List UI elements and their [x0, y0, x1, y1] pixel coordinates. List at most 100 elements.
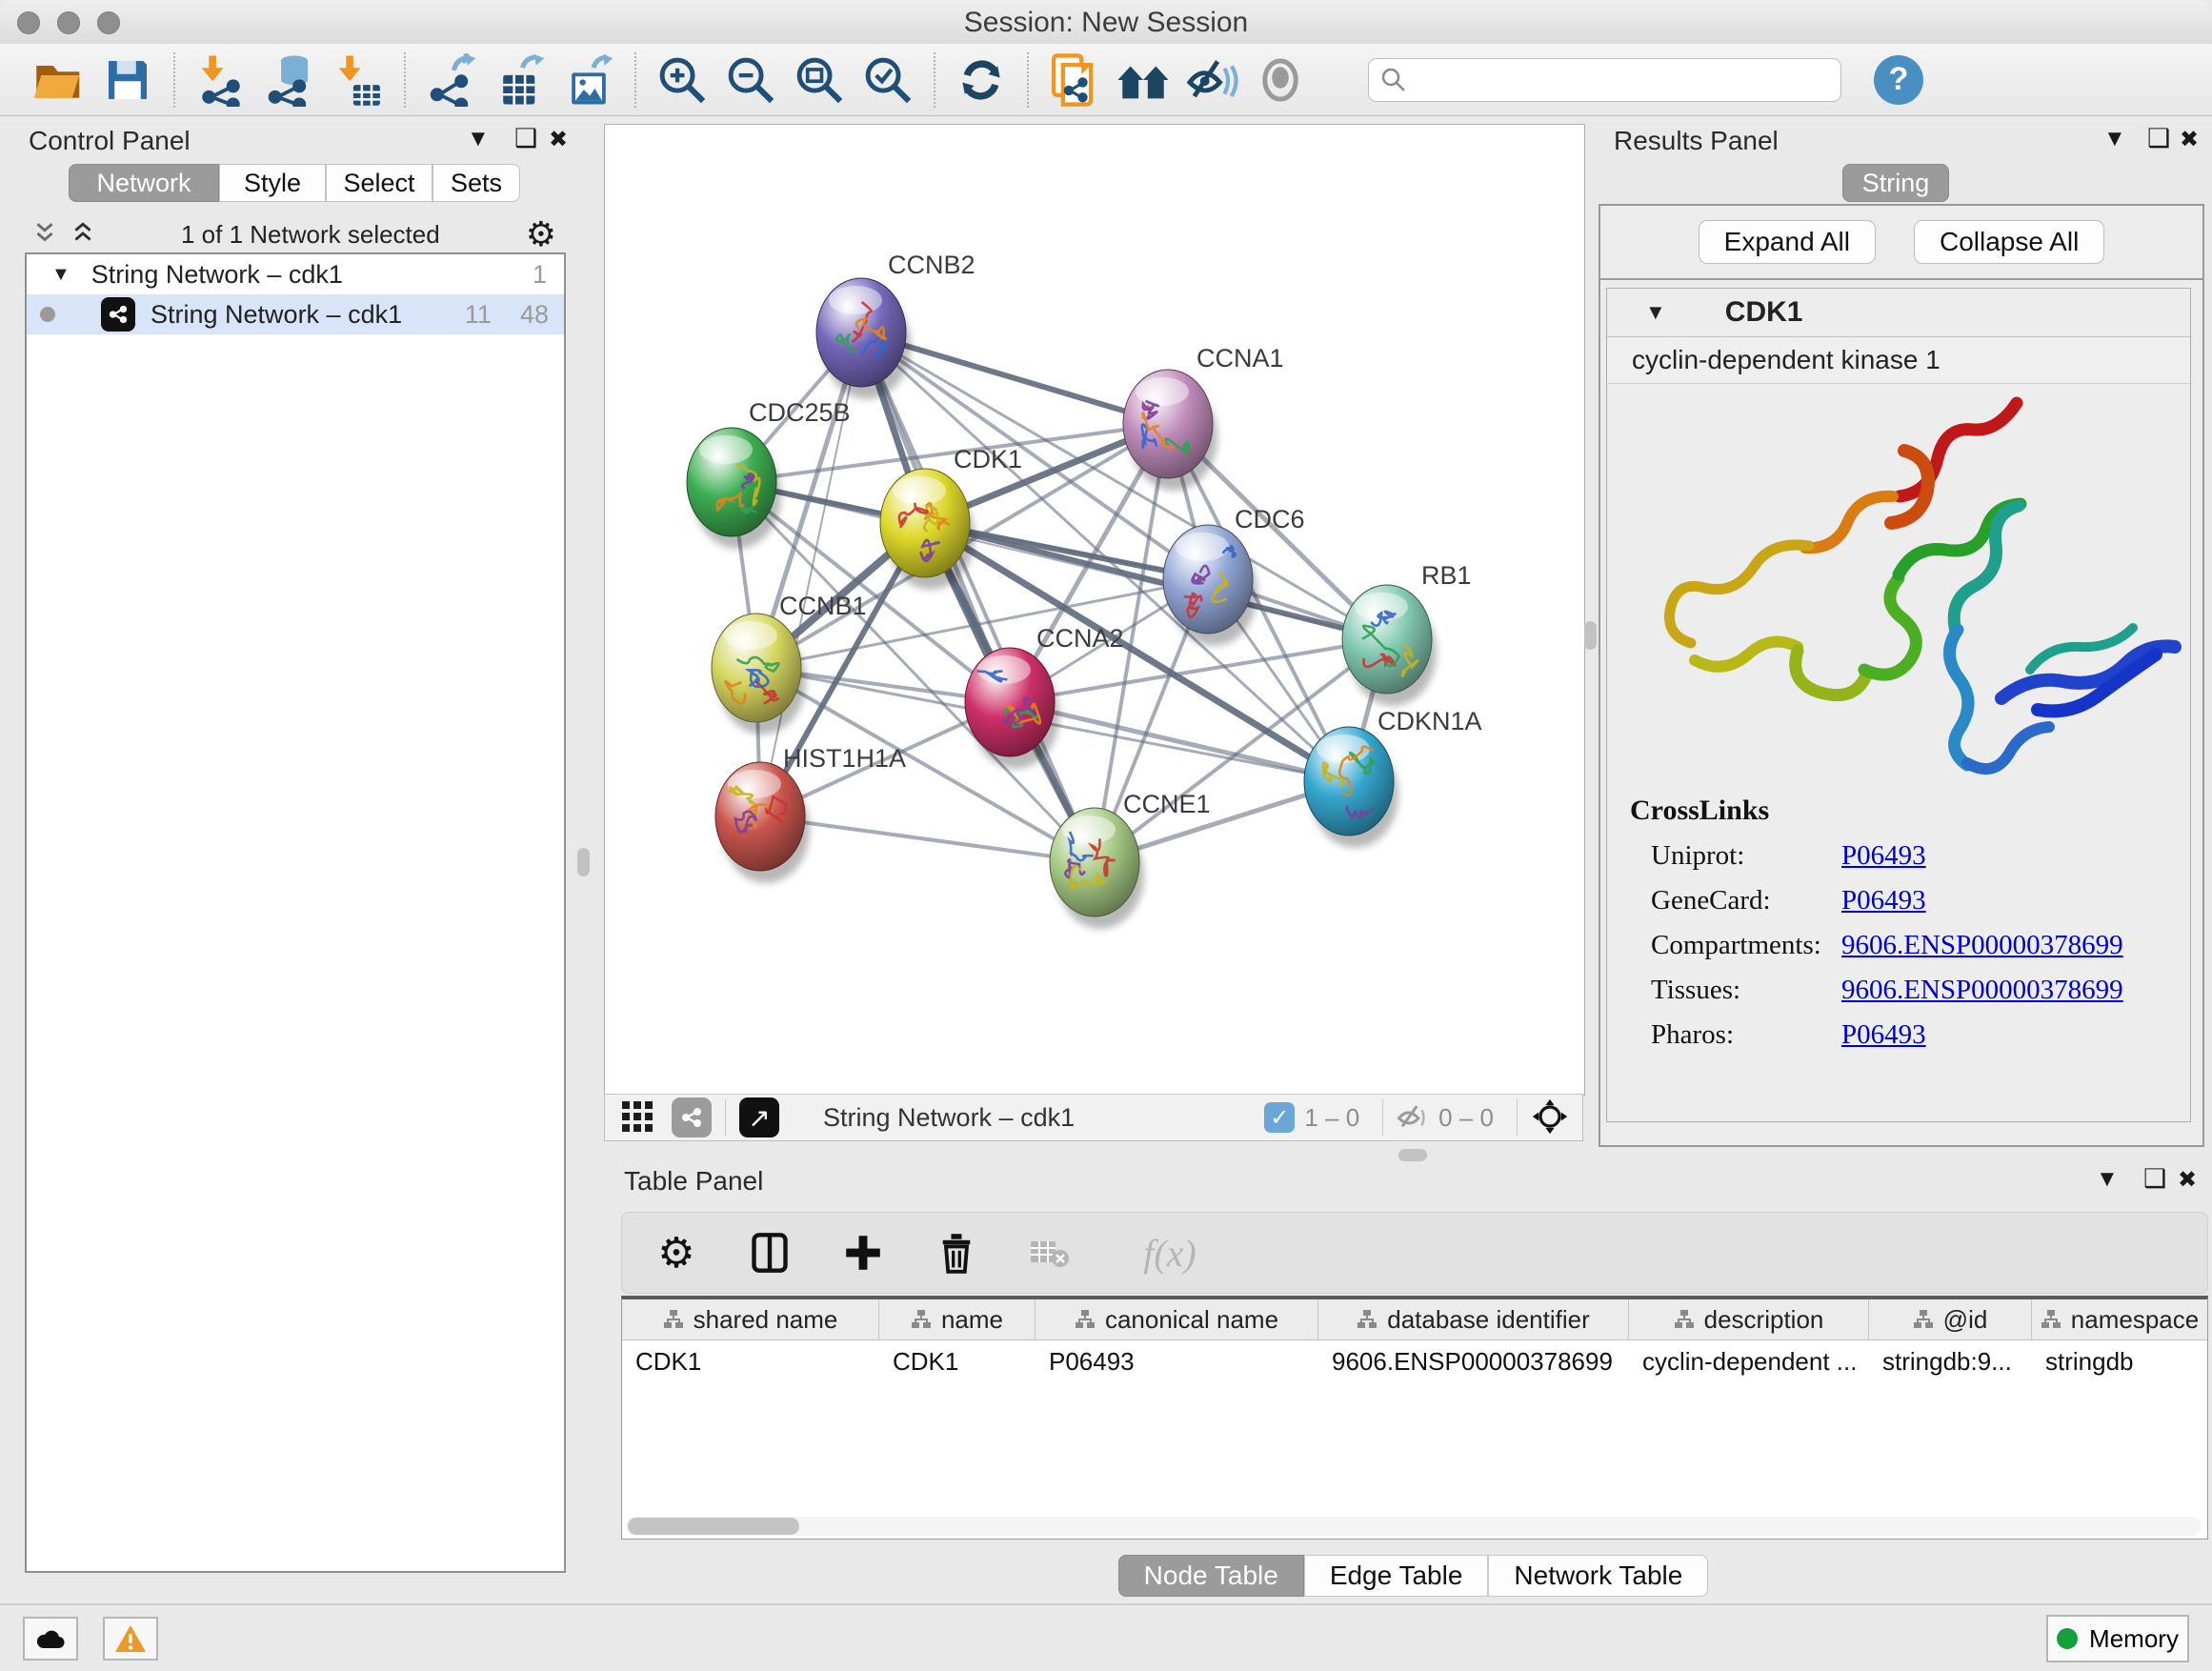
delete-table-button[interactable] [1024, 1227, 1076, 1278]
collapse-all-button[interactable]: Collapse All [1914, 220, 2104, 264]
vertical-splitter-handle[interactable] [577, 848, 590, 876]
horizontal-splitter-handle[interactable] [1398, 1149, 1427, 1161]
tab-sets[interactable]: Sets [432, 164, 520, 202]
zoom-fit-icon [794, 54, 845, 106]
crosslink-link[interactable]: 9606.ENSP00000378699 [1841, 975, 2123, 1006]
hide-graphics-button[interactable] [1177, 49, 1246, 111]
network-row[interactable]: String Network – cdk1 11 48 [27, 294, 564, 334]
footer-separator [1517, 1099, 1518, 1136]
column-header[interactable]: shared name [622, 1299, 879, 1339]
column-tree-icon [1913, 1309, 1934, 1330]
crosslink-link[interactable]: P06493 [1841, 885, 1926, 916]
zoom-selected-button[interactable] [854, 49, 922, 111]
main-toolbar: ? [0, 44, 2212, 116]
tab-style[interactable]: Style [219, 164, 326, 202]
node-RB1[interactable]: RB1 [1342, 561, 1472, 706]
tab-network-table[interactable]: Network Table [1488, 1555, 1708, 1597]
crosslink-link[interactable]: P06493 [1841, 1019, 1926, 1051]
show-home-panel-button[interactable] [1109, 49, 1177, 111]
panel-float-button[interactable]: ▼ [2096, 1166, 2119, 1193]
zoom-out-button[interactable] [716, 49, 785, 111]
node-HIST1H1A[interactable]: HIST1H1A [715, 744, 906, 883]
panel-float-button[interactable]: ▼ [467, 126, 490, 152]
toolbar-separator [934, 52, 935, 108]
show-columns-button[interactable] [744, 1227, 795, 1278]
import-table-from-file-button[interactable] [324, 49, 392, 111]
import-network-from-file-button[interactable] [187, 49, 255, 111]
grid-mode-button[interactable] [620, 1099, 654, 1137]
tab-node-table[interactable]: Node Table [1118, 1555, 1304, 1597]
results-panel-title: Results Panel [1614, 126, 1779, 156]
zoom-fit-button[interactable] [785, 49, 854, 111]
node-CDC6[interactable]: CDC6 [1163, 505, 1305, 646]
network-options-gear-button[interactable]: ⚙ [526, 214, 556, 254]
node-CCNA1[interactable]: CCNA1 [1123, 344, 1284, 491]
column-header[interactable]: database identifier [1318, 1299, 1629, 1339]
column-header[interactable]: canonical name [1036, 1299, 1318, 1339]
node-CCNB2[interactable]: CCNB2 [816, 251, 975, 399]
tab-edge-table[interactable]: Edge Table [1304, 1555, 1489, 1597]
export-network-button[interactable] [417, 49, 486, 111]
column-header[interactable]: description [1629, 1299, 1869, 1339]
cloud-status-button[interactable] [23, 1617, 78, 1661]
delete-column-button[interactable] [931, 1227, 982, 1278]
expand-all-networks-button[interactable] [70, 221, 95, 249]
grid-icon [620, 1099, 654, 1134]
string-results-box: Expand All Collapse All ▼ CDK1 cyclin-de… [1599, 204, 2204, 1147]
scrollbar-thumb[interactable] [628, 1518, 799, 1535]
collapse-all-networks-button[interactable] [32, 221, 57, 249]
show-graphics-button[interactable] [1246, 49, 1315, 111]
column-header[interactable]: @id [1869, 1299, 2032, 1339]
edge-CCNA2-CDKN1A[interactable] [1010, 702, 1349, 781]
create-column-button[interactable] [837, 1227, 889, 1278]
horizontal-scrollbar[interactable] [626, 1517, 2202, 1536]
warnings-button[interactable] [103, 1617, 158, 1661]
status-bar: Memory [0, 1603, 2212, 1671]
edge-HIST1H1A-CCNE1[interactable] [760, 816, 1095, 862]
function-builder-button[interactable]: f(x) [1117, 1227, 1222, 1278]
clone-network-button[interactable] [1040, 49, 1109, 111]
hidden-eye-slash-icon [1397, 1103, 1429, 1132]
table-row[interactable]: CDK1 CDK1 P06493 9606.ENSP00000378699 cy… [622, 1340, 2207, 1382]
edge-CCNB2-CCNE1[interactable] [861, 332, 1095, 862]
expand-all-button[interactable]: Expand All [1699, 220, 1876, 264]
save-session-button[interactable] [93, 49, 162, 111]
panel-close-button[interactable]: ✖ [2180, 126, 2199, 153]
node-CDKN1A[interactable]: CDKN1A [1304, 707, 1482, 848]
crosslink-link[interactable]: P06493 [1841, 840, 1926, 872]
panel-close-button[interactable]: ✖ [549, 126, 568, 153]
import-database-icon [263, 53, 316, 107]
birds-eye-view-button[interactable]: ↗ [739, 1097, 779, 1137]
panel-close-button[interactable]: ✖ [2178, 1166, 2197, 1194]
section-collapse-icon[interactable]: ▼ [1645, 300, 1666, 325]
panel-maximize-button[interactable]: ❑ [2147, 124, 2170, 153]
network-share-view-button[interactable] [672, 1097, 712, 1137]
column-header[interactable]: name [879, 1299, 1036, 1339]
tab-network[interactable]: Network [69, 164, 219, 202]
search-input[interactable] [1407, 64, 1811, 95]
collection-expand-icon[interactable]: ▼ [51, 264, 70, 286]
import-network-from-database-button[interactable] [255, 49, 324, 111]
selected-checkbox-icon[interactable]: ✓ [1264, 1102, 1295, 1133]
help-button[interactable]: ? [1874, 55, 1923, 105]
zoom-in-button[interactable] [648, 49, 716, 111]
export-image-button[interactable] [554, 49, 623, 111]
network-view-canvas[interactable]: CCNB2CCNA1CDC25BCDK1CDC6RB1CCNB1CCNA2CDK… [604, 124, 1585, 1096]
column-header[interactable]: namespace [2032, 1299, 2207, 1339]
footer-separator [725, 1099, 726, 1136]
network-collection-row[interactable]: ▼ String Network – cdk1 1 [27, 254, 564, 294]
crosslink-link[interactable]: 9606.ENSP00000378699 [1841, 930, 2123, 961]
tab-string[interactable]: String [1842, 164, 1949, 202]
table-options-gear-button[interactable]: ⚙ [651, 1227, 702, 1278]
tab-select[interactable]: Select [326, 164, 432, 202]
panel-float-button[interactable]: ▼ [2103, 126, 2126, 152]
open-session-button[interactable] [25, 49, 93, 111]
node-CDC25B[interactable]: CDC25B [687, 398, 851, 549]
export-table-button[interactable] [486, 49, 554, 111]
memory-button[interactable]: Memory [2046, 1615, 2189, 1662]
panel-maximize-button[interactable]: ❑ [2143, 1164, 2166, 1194]
fit-selected-crosshair-button[interactable] [1531, 1097, 1569, 1138]
panel-maximize-button[interactable]: ❑ [514, 124, 537, 153]
apply-layout-button[interactable] [947, 49, 1016, 111]
node-label-CCNA1: CCNA1 [1196, 344, 1284, 372]
